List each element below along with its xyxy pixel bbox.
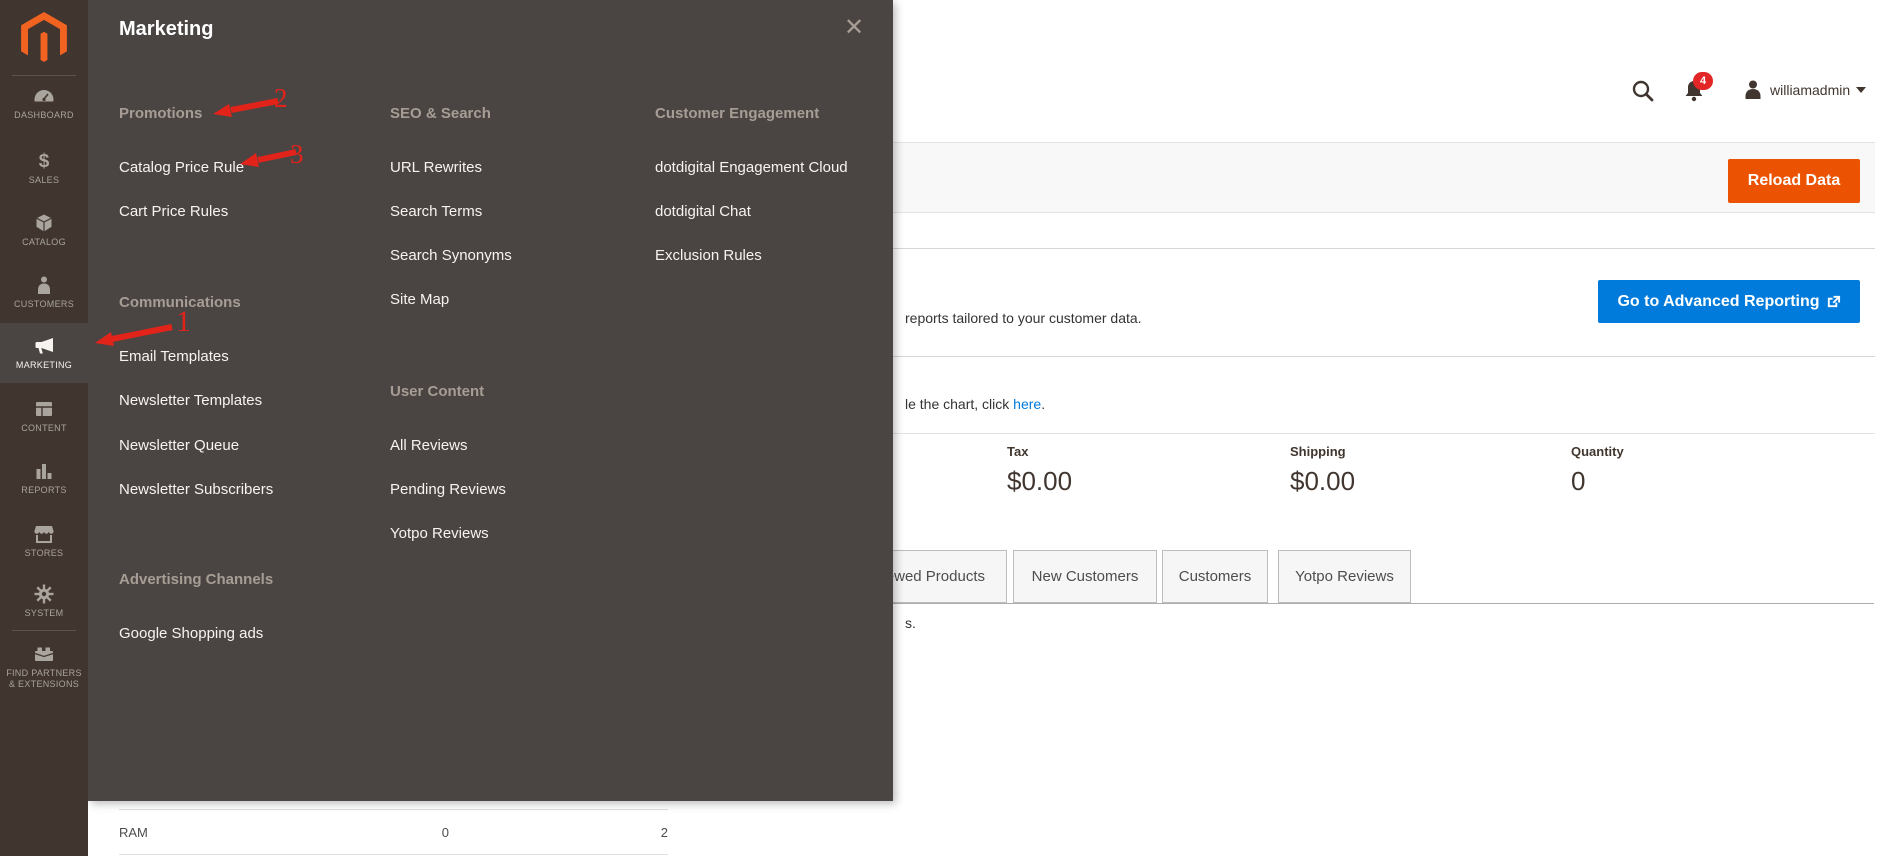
- tab-new-customers[interactable]: New Customers: [1013, 550, 1157, 603]
- menu-item-exclusion-rules[interactable]: Exclusion Rules: [655, 247, 762, 264]
- reload-data-button[interactable]: Reload Data: [1728, 159, 1860, 203]
- here-link[interactable]: here: [1013, 396, 1041, 412]
- bar-chart-icon: [36, 464, 52, 479]
- section-header-seo-search: SEO & Search: [390, 105, 491, 122]
- sidebar-item-content[interactable]: CONTENT: [0, 399, 88, 434]
- menu-item-pending-reviews[interactable]: Pending Reviews: [390, 481, 506, 498]
- sidebar-divider: [12, 630, 76, 631]
- section-header-user-content: User Content: [390, 383, 485, 400]
- sidebar-item-label: SALES: [28, 175, 60, 185]
- total-value: $0.00: [1007, 466, 1073, 496]
- note-prefix: le the chart, click: [905, 396, 1014, 412]
- lego-brick-icon: [34, 647, 54, 661]
- menu-item-url-rewrites[interactable]: URL Rewrites: [390, 159, 482, 176]
- sidebar-item-label: REPORTS: [21, 485, 67, 495]
- section-header-communications: Communications: [119, 294, 241, 311]
- sidebar-divider: [12, 75, 76, 76]
- tab-yotpo-reviews[interactable]: Yotpo Reviews: [1278, 550, 1411, 603]
- total-quantity: Quantity 0: [1571, 444, 1624, 497]
- sidebar-item-label: CONTENT: [21, 423, 67, 433]
- sidebar-item-system[interactable]: SYSTEM: [0, 584, 88, 619]
- section-header-advertising-channels: Advertising Channels: [119, 571, 274, 588]
- go-to-advanced-reporting-button[interactable]: Go to Advanced Reporting: [1598, 280, 1860, 323]
- menu-item-cart-price-rules[interactable]: Cart Price Rules: [119, 203, 228, 220]
- total-value: $0.00: [1290, 466, 1356, 496]
- advanced-reporting-label: Go to Advanced Reporting: [1617, 292, 1820, 310]
- megaphone-icon: [35, 337, 53, 353]
- menu-item-google-shopping-ads[interactable]: Google Shopping ads: [119, 625, 263, 642]
- sidebar-item-customers[interactable]: CUSTOMERS: [0, 275, 88, 310]
- gear-icon: [34, 584, 54, 604]
- menu-item-dotdigital-engagement-cloud[interactable]: dotdigital Engagement Cloud: [655, 159, 848, 176]
- svg-text:$: $: [39, 151, 50, 171]
- enable-chart-note: le the chart, click here.: [905, 396, 1045, 412]
- admin-header-actions: 4 williamadmin: [1620, 70, 1875, 116]
- total-label: Shipping: [1290, 444, 1346, 459]
- dashboard-gauge-icon: [34, 90, 54, 102]
- menu-item-site-map[interactable]: Site Map: [390, 291, 449, 308]
- search-icon[interactable]: [1630, 78, 1656, 109]
- total-label: Quantity: [1571, 444, 1624, 459]
- section-header-promotions: Promotions: [119, 105, 203, 122]
- layout-page-icon: [36, 402, 52, 416]
- sidebar-item-label: CATALOG: [22, 237, 66, 247]
- menu-item-search-terms[interactable]: Search Terms: [390, 203, 482, 220]
- account-menu[interactable]: williamadmin: [1742, 78, 1867, 102]
- menu-item-newsletter-queue[interactable]: Newsletter Queue: [119, 437, 239, 454]
- magento-logo[interactable]: [20, 12, 68, 64]
- sidebar-item-label: SYSTEM: [24, 608, 64, 618]
- chevron-down-icon: [1856, 87, 1867, 93]
- sidebar-item-dashboard[interactable]: DASHBOARD: [0, 88, 88, 121]
- note-suffix: .: [1041, 396, 1046, 412]
- sidebar-item-find-partners[interactable]: FIND PARTNERS & EXTENSIONS: [2, 644, 86, 690]
- sidebar-item-label: MARKETING: [15, 359, 73, 370]
- menu-item-yotpo-reviews[interactable]: Yotpo Reviews: [390, 525, 489, 542]
- menu-item-catalog-price-rule[interactable]: Catalog Price Rule: [119, 159, 244, 176]
- menu-item-newsletter-templates[interactable]: Newsletter Templates: [119, 392, 262, 409]
- total-tax: Tax $0.00: [1007, 444, 1072, 497]
- clipped-sentence-fragment: s.: [905, 615, 916, 631]
- sidebar-item-label: STORES: [24, 548, 64, 558]
- person-icon: [38, 276, 50, 294]
- table-row-col2: 2: [660, 825, 668, 840]
- sidebar-item-sales[interactable]: $ SALES: [0, 151, 88, 186]
- storefront-icon: [34, 526, 54, 543]
- total-shipping: Shipping $0.00: [1290, 444, 1355, 497]
- sidebar-item-catalog[interactable]: CATALOG: [0, 213, 88, 248]
- total-value: 0: [1571, 466, 1586, 496]
- section-header-customer-engagement: Customer Engagement: [655, 105, 820, 122]
- table-row-col1: 0: [441, 825, 449, 840]
- menu-item-search-synonyms[interactable]: Search Synonyms: [390, 247, 512, 264]
- menu-item-newsletter-subscribers[interactable]: Newsletter Subscribers: [119, 481, 273, 498]
- flyout-title: Marketing: [119, 18, 214, 40]
- account-username: williamadmin: [1770, 82, 1851, 98]
- sidebar-item-label: CUSTOMERS: [13, 299, 75, 309]
- total-label: Tax: [1007, 444, 1029, 459]
- bestsellers-table: RAM 0 2: [119, 809, 668, 855]
- menu-item-email-templates[interactable]: Email Templates: [119, 348, 229, 365]
- close-icon[interactable]: ✕: [838, 12, 870, 44]
- notifications-bell-icon[interactable]: 4: [1682, 72, 1713, 109]
- notification-count-badge: 4: [1693, 72, 1713, 90]
- tab-customers[interactable]: Customers: [1162, 550, 1268, 603]
- magento-admin-page: 4 williamadmin Reload Data reports tailo…: [0, 0, 1903, 856]
- admin-sidebar: DASHBOARD $ SALES CATALOG CUSTOMERS MARK…: [0, 0, 88, 856]
- banner-text-fragment: reports tailored to your customer data.: [905, 310, 1142, 326]
- sidebar-item-label: DASHBOARD: [14, 110, 74, 120]
- sidebar-item-reports[interactable]: REPORTS: [0, 461, 88, 496]
- dollar-icon: $: [39, 151, 50, 171]
- menu-item-dotdigital-chat[interactable]: dotdigital Chat: [655, 203, 751, 220]
- user-icon: [1745, 80, 1761, 99]
- package-box-icon: [36, 214, 52, 232]
- table-row-product: RAM: [119, 825, 148, 840]
- external-link-icon: [1827, 295, 1840, 308]
- menu-item-all-reviews[interactable]: All Reviews: [390, 437, 468, 454]
- sidebar-item-label: FIND PARTNERS & EXTENSIONS: [6, 668, 82, 689]
- sidebar-item-stores[interactable]: STORES: [0, 524, 88, 559]
- marketing-flyout-menu: Marketing ✕ Promotions Catalog Price Rul…: [88, 0, 893, 801]
- sidebar-item-marketing[interactable]: MARKETING: [0, 323, 88, 383]
